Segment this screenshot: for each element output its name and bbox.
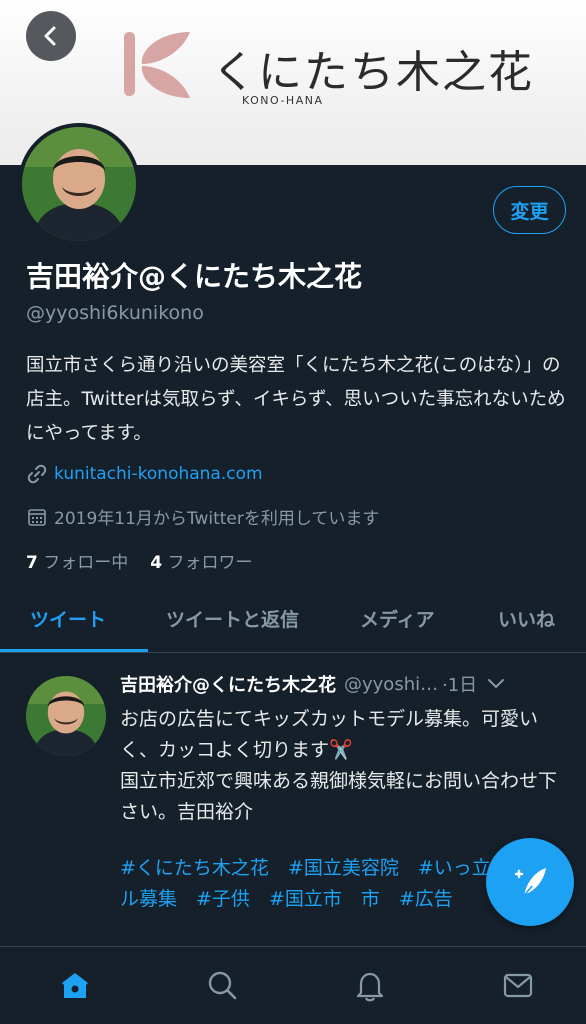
banner-logo: くにたち木之花 KONO-HANA <box>120 26 532 116</box>
profile-bio: 国立市さくら通り沿いの美容室「くにたち木之花(このはな）」の店主。Twitter… <box>26 355 566 444</box>
profile-joined: 2019年11月からTwitterを利用しています <box>26 504 379 529</box>
profile-joined-text: 2019年11月からTwitterを利用しています <box>54 509 380 529</box>
tab-media[interactable]: メディア <box>360 605 435 632</box>
nav-search[interactable] <box>202 965 242 1005</box>
following-label: フォロー中 <box>43 553 129 573</box>
followers-count: 4 <box>150 553 163 573</box>
nav-home[interactable] <box>55 965 95 1005</box>
edit-profile-button[interactable]: 変更 <box>493 186 566 234</box>
nav-notifications[interactable] <box>350 965 390 1005</box>
tab-tweets-replies[interactable]: ツイートと返信 <box>166 605 299 632</box>
chevron-left-icon <box>44 26 56 46</box>
tweet-author-handle: @yyoshi6kunikono <box>344 673 440 695</box>
follow-stats: 7 フォロー中 4 フォロワー <box>26 548 253 573</box>
tweet-menu-button[interactable] <box>487 674 505 695</box>
tweet-avatar[interactable] <box>26 676 106 756</box>
followers-label: フォロワー <box>167 553 253 573</box>
following-link[interactable]: 7 フォロー中 <box>26 548 128 573</box>
banner-logo-subtext: KONO-HANA <box>242 94 324 107</box>
home-icon <box>62 973 88 998</box>
nav-messages[interactable] <box>498 965 538 1005</box>
profile-handle: @yyoshi6kunikono <box>26 302 204 324</box>
tab-tweets[interactable]: ツイート <box>30 605 106 632</box>
profile-tabs: ツイート ツイートと返信 メディア いいね <box>0 595 586 653</box>
compose-feather-icon <box>514 868 546 899</box>
followers-link[interactable]: 4 フォロワー <box>150 548 252 573</box>
tab-likes[interactable]: いいね <box>498 605 555 632</box>
mail-icon <box>503 973 533 998</box>
calendar-icon <box>26 506 48 528</box>
tweet-author-name[interactable]: 吉田裕介@くにたち木之花 <box>120 671 336 697</box>
profile-name: 吉田裕介@くにたち木之花 <box>26 260 363 293</box>
compose-tweet-button[interactable] <box>486 838 574 926</box>
search-icon <box>208 971 237 1000</box>
avatar-photo <box>22 127 136 241</box>
avatar-photo <box>26 676 106 756</box>
chevron-down-icon <box>488 678 505 688</box>
tweet-line-2: 国立市近郊で興味ある親御様気軽にお問い合わせ下さい。吉田裕介 <box>120 770 558 823</box>
profile-website[interactable]: kunitachi-konohana.com <box>26 463 263 485</box>
bell-icon <box>356 972 384 1002</box>
link-icon <box>26 463 48 485</box>
banner-logo-text: くにたち木之花 <box>212 47 534 98</box>
flower-logo-icon <box>124 32 190 98</box>
profile-avatar[interactable] <box>18 123 140 245</box>
active-tab-indicator <box>0 649 148 652</box>
tweet-line-1: お店の広告にてキッズカットモデル募集。可愛いく、カッコよく切ります✂️ <box>120 708 539 761</box>
tweet-body: お店の広告にてキッズカットモデル募集。可愛いく、カッコよく切ります✂️ 国立市近… <box>120 704 575 828</box>
tweet-time: ·1日 <box>442 675 478 696</box>
profile-website-link[interactable]: kunitachi-konohana.com <box>54 464 263 484</box>
following-count: 7 <box>26 553 38 573</box>
back-button[interactable] <box>26 11 76 61</box>
bottom-navigation <box>0 946 586 1024</box>
tweet-header: 吉田裕介@くにたち木之花 @yyoshi6kunikono ·1日 <box>120 671 572 697</box>
